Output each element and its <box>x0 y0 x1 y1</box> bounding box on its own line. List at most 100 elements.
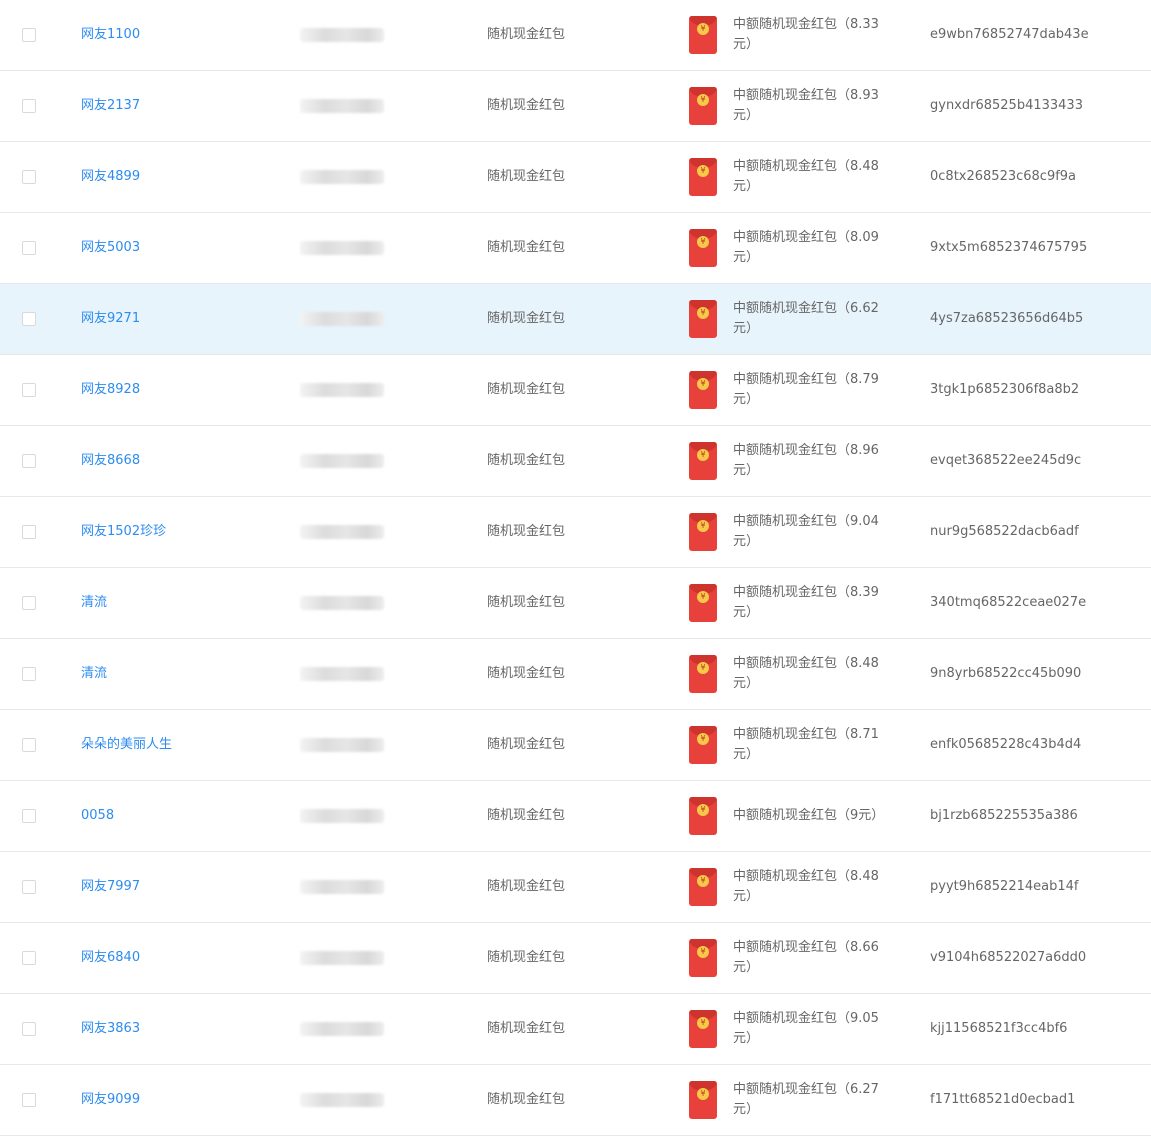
user-name-link[interactable]: 网友8668 <box>81 451 140 471</box>
phone-cell <box>300 213 386 283</box>
user-name-link[interactable]: 清流 <box>81 664 107 684</box>
row-checkbox[interactable] <box>22 596 36 610</box>
table-row: 网友9099 随机现金红包 ¥ 中额随机现金红包（6.27元） f171tt68… <box>0 1065 1151 1136</box>
prize-type-cell: 随机现金红包 <box>487 524 566 539</box>
user-name-link[interactable]: 清流 <box>81 593 107 613</box>
redeem-code-cell: pyyt9h6852214eab14f <box>930 879 1079 894</box>
prize-cell: ¥ 中额随机现金红包（9.05元） <box>689 994 889 1064</box>
table-row: 网友7997 随机现金红包 ¥ 中额随机现金红包（8.48元） pyyt9h68… <box>0 852 1151 923</box>
row-checkbox[interactable] <box>22 951 36 965</box>
user-name-link[interactable]: 网友8928 <box>81 380 140 400</box>
user-name-link[interactable]: 网友6840 <box>81 948 140 968</box>
redeem-code-cell: nur9g568522dacb6adf <box>930 524 1079 539</box>
user-name-link[interactable]: 网友9271 <box>81 309 140 329</box>
user-name-link[interactable]: 网友3863 <box>81 1019 140 1039</box>
row-select-cell <box>22 71 38 141</box>
prize-cell: ¥ 中额随机现金红包（6.62元） <box>689 284 889 354</box>
row-checkbox[interactable] <box>22 454 36 468</box>
user-name-cell: 0058 <box>81 781 291 851</box>
prize-cell: ¥ 中额随机现金红包（9.04元） <box>689 497 889 567</box>
user-name-link[interactable]: 网友2137 <box>81 96 140 116</box>
red-envelope-icon: ¥ <box>689 1010 717 1048</box>
phone-cell <box>300 284 386 354</box>
row-select-cell <box>22 639 38 709</box>
prize-type-cell: 随机现金红包 <box>487 382 566 397</box>
blurred-phone-number <box>300 454 384 468</box>
prize-type-cell: 随机现金红包 <box>487 1021 566 1036</box>
user-name-cell: 网友9099 <box>81 1065 291 1135</box>
prize-name: 中额随机现金红包（6.62元） <box>733 301 879 336</box>
user-name-link[interactable]: 网友7997 <box>81 877 140 897</box>
redeem-code-cell: enfk05685228c43b4d4 <box>930 737 1082 752</box>
user-name-link[interactable]: 网友5003 <box>81 238 140 258</box>
phone-cell <box>300 923 386 993</box>
red-envelope-icon: ¥ <box>689 584 717 622</box>
row-checkbox[interactable] <box>22 667 36 681</box>
user-name-link[interactable]: 网友4899 <box>81 167 140 187</box>
row-checkbox[interactable] <box>22 738 36 752</box>
row-select-cell <box>22 923 38 993</box>
user-name-cell: 清流 <box>81 568 291 638</box>
blurred-phone-number <box>300 383 384 397</box>
row-checkbox[interactable] <box>22 1093 36 1107</box>
row-checkbox[interactable] <box>22 1022 36 1036</box>
user-name-link[interactable]: 网友1100 <box>81 25 140 45</box>
red-envelope-icon: ¥ <box>689 300 717 338</box>
table-row: 朵朵的美丽人生 随机现金红包 ¥ 中额随机现金红包（8.71元） enfk056… <box>0 710 1151 781</box>
prize-name: 中额随机现金红包（8.39元） <box>733 585 879 620</box>
table-row: 网友8668 随机现金红包 ¥ 中额随机现金红包（8.96元） evqet368… <box>0 426 1151 497</box>
row-checkbox[interactable] <box>22 99 36 113</box>
blurred-phone-number <box>300 312 384 326</box>
user-name-link[interactable]: 网友9099 <box>81 1090 140 1110</box>
redeem-code-cell: bj1rzb685225535a386 <box>930 808 1078 823</box>
user-name-link[interactable]: 朵朵的美丽人生 <box>81 735 172 755</box>
user-name-link[interactable]: 网友1502珍珍 <box>81 522 166 542</box>
table-row: 网友6840 随机现金红包 ¥ 中额随机现金红包（8.66元） v9104h68… <box>0 923 1151 994</box>
redeem-code-cell: 4ys7za68523656d64b5 <box>930 311 1084 326</box>
user-name-cell: 清流 <box>81 639 291 709</box>
row-checkbox[interactable] <box>22 28 36 42</box>
redeem-code-cell: f171tt68521d0ecbad1 <box>930 1092 1076 1107</box>
user-name-link[interactable]: 0058 <box>81 806 114 826</box>
prize-record-table: 网友1100 随机现金红包 ¥ 中额随机现金红包（8.33元） e9wbn768… <box>0 0 1151 1136</box>
prize-name: 中额随机现金红包（8.66元） <box>733 940 879 975</box>
red-envelope-icon: ¥ <box>689 868 717 906</box>
prize-type-cell: 随机现金红包 <box>487 879 566 894</box>
row-checkbox[interactable] <box>22 880 36 894</box>
prize-type-cell: 随机现金红包 <box>487 240 566 255</box>
prize-type-cell: 随机现金红包 <box>487 311 566 326</box>
row-checkbox[interactable] <box>22 525 36 539</box>
red-envelope-icon: ¥ <box>689 797 717 835</box>
prize-type-cell: 随机现金红包 <box>487 808 566 823</box>
redeem-code-cell: kjj11568521f3cc4bf6 <box>930 1021 1068 1036</box>
phone-cell <box>300 497 386 567</box>
phone-cell <box>300 355 386 425</box>
prize-cell: ¥ 中额随机现金红包（8.79元） <box>689 355 889 425</box>
user-name-cell: 网友8668 <box>81 426 291 496</box>
row-select-cell <box>22 0 38 70</box>
redeem-code-cell: 3tgk1p6852306f8a8b2 <box>930 382 1080 397</box>
row-checkbox[interactable] <box>22 312 36 326</box>
table-row: 网友8928 随机现金红包 ¥ 中额随机现金红包（8.79元） 3tgk1p68… <box>0 355 1151 426</box>
user-name-cell: 网友8928 <box>81 355 291 425</box>
row-checkbox[interactable] <box>22 170 36 184</box>
row-select-cell <box>22 568 38 638</box>
phone-cell <box>300 994 386 1064</box>
prize-name: 中额随机现金红包（8.33元） <box>733 17 879 52</box>
phone-cell <box>300 71 386 141</box>
blurred-phone-number <box>300 241 384 255</box>
phone-cell <box>300 639 386 709</box>
red-envelope-icon: ¥ <box>689 229 717 267</box>
row-checkbox[interactable] <box>22 809 36 823</box>
prize-cell: ¥ 中额随机现金红包（8.33元） <box>689 0 889 70</box>
prize-cell: ¥ 中额随机现金红包（8.48元） <box>689 852 889 922</box>
redeem-code-cell: v9104h68522027a6dd0 <box>930 950 1087 965</box>
red-envelope-icon: ¥ <box>689 87 717 125</box>
user-name-cell: 网友1502珍珍 <box>81 497 291 567</box>
phone-cell <box>300 852 386 922</box>
row-checkbox[interactable] <box>22 383 36 397</box>
row-select-cell <box>22 781 38 851</box>
row-checkbox[interactable] <box>22 241 36 255</box>
red-envelope-icon: ¥ <box>689 513 717 551</box>
phone-cell <box>300 568 386 638</box>
